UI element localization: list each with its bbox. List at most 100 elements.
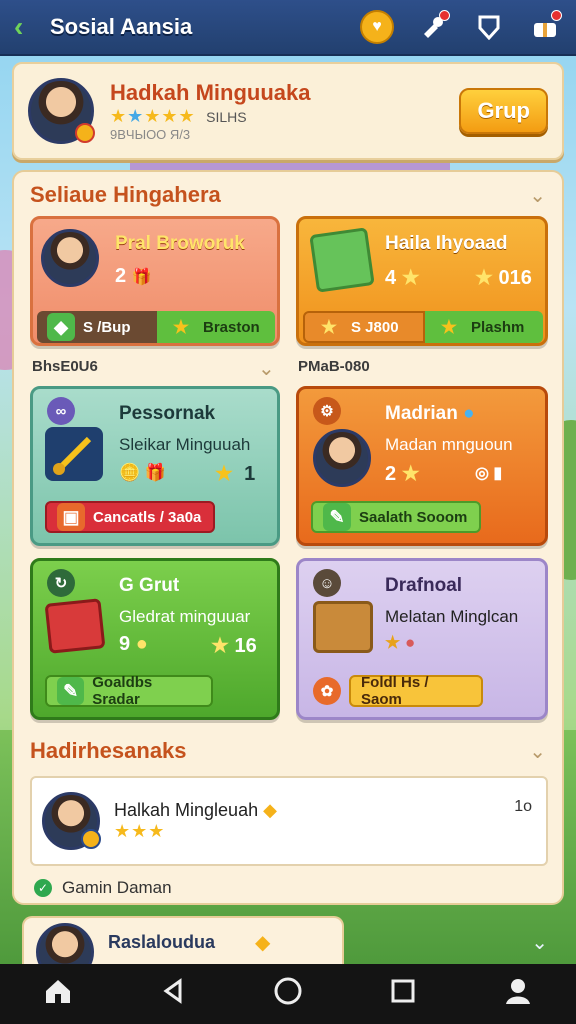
card-subtitle: Madan mnguoun [385, 435, 513, 454]
card-action[interactable]: ▣ Cancatls / 3a0a [45, 501, 215, 533]
flower-icon: ✿ [313, 677, 341, 705]
sword-icon [45, 427, 103, 481]
section-title: Seliaue Hingahera [30, 182, 221, 207]
coin-icon[interactable]: ♥ [360, 10, 394, 44]
star-icon: ★ [440, 316, 458, 337]
status-line: ✓ Gamin Daman [34, 878, 172, 898]
back-nav-icon[interactable] [143, 977, 203, 1012]
card-title: Madrian ● [385, 403, 475, 424]
game-card-4[interactable]: ⚙ Madrian ● Madan mnguoun 2 ★ ◎ ▮ ✎ Saala… [296, 386, 548, 546]
level-badge [75, 123, 95, 143]
level-badge [81, 829, 101, 849]
section-header[interactable]: Seliaue Hingahera ⌄ [14, 180, 562, 210]
card-action-left[interactable]: ★ S J800 [303, 311, 425, 343]
notification-dot [551, 10, 562, 21]
group-button[interactable]: Grup [459, 88, 548, 134]
home-circle-icon[interactable] [258, 976, 318, 1013]
card-subtitle: Sleikar Minguuah [119, 435, 251, 454]
rating-stars: ★★★ [114, 821, 166, 841]
next-card-peek[interactable]: Raslaloudua ◆ [22, 916, 344, 966]
card-subtitle: Melatan Minglcan [385, 607, 519, 626]
profile-card: Hadkah Minguuaka ★★★★★ SILHS 9BЧЫОО Я/3 … [12, 62, 564, 160]
gift-box-icon [309, 227, 375, 293]
chevron-down-icon[interactable]: ⌄ [258, 356, 275, 381]
game-card-2[interactable]: Haila Ihyoaad 4 ★ ★ 016 ★ S J800 ★ Plashm [296, 216, 548, 346]
recents-icon[interactable] [373, 977, 433, 1012]
whistle-icon[interactable] [416, 10, 450, 44]
game-card-5[interactable]: ↻ G Grut Gledrat minguuar 9 ● ★ 16 ✎ Goal… [30, 558, 280, 720]
card-action[interactable]: ✎ Saalath Sooom [311, 501, 481, 533]
top-bar: ‹ Sosial Aansia ♥ [0, 0, 576, 56]
back-icon[interactable]: ‹ [14, 11, 50, 43]
rating-stars: ★★★★★ [110, 106, 196, 126]
card-title: Haila Ihyoaad [385, 233, 508, 254]
profile-name: Hadkah Minguuaka [110, 80, 311, 105]
list-item-info: Halkah Mingleuah ◆ ★★★ [114, 800, 277, 842]
card-action-right[interactable]: ★ Braston [157, 311, 275, 343]
rating-row: ★★★★★ SILHS [110, 106, 459, 127]
chevron-down-icon[interactable]: ⌄ [529, 183, 546, 208]
ticket-icon: ✎ [57, 677, 85, 705]
system-nav-bar [0, 964, 576, 1024]
card-icons: ◎ ▮ [475, 465, 503, 482]
settings-icon: ⚙ [313, 397, 341, 425]
profile-icon[interactable] [488, 976, 548, 1013]
star-icon: ★ [172, 316, 190, 337]
section-title: Hadirhesanaks [30, 738, 187, 763]
list-item[interactable]: Halkah Mingleuah ◆ ★★★ 1o [30, 776, 548, 866]
ticket-icon: ✎ [323, 503, 351, 531]
card-count-2: ★ 16 [211, 635, 257, 657]
chest-icon: ▣ [57, 503, 85, 531]
card-icons: ★ ● [385, 633, 416, 652]
avatar [313, 429, 371, 487]
card-count: 2 ★ [385, 463, 420, 485]
card-icons: 🪙 🎁 [119, 463, 167, 482]
check-icon: ✓ [34, 879, 52, 897]
card-title: Pral Broworuk [115, 233, 245, 254]
game-card-6[interactable]: ☺ Drafnoal Melatan Minglcan ★ ● Foldl Hs… [296, 558, 548, 720]
notification-dot [439, 10, 450, 21]
card-subtitle: Gledrat minguuar [119, 607, 251, 626]
character-icon: ☺ [313, 569, 341, 597]
card-title: G Grut [119, 575, 180, 596]
avatar [42, 792, 101, 850]
list-item-name: Halkah Mingleuah ◆ [114, 800, 277, 820]
badge-icon: ◆ [255, 931, 271, 954]
main-panel: Seliaue Hingahera ⌄ Pral Broworuk 2 🎁 ◆ S… [12, 170, 564, 905]
status-text: Gamin Daman [62, 878, 172, 897]
home-icon[interactable] [28, 977, 88, 1012]
card-action-right[interactable]: ★ Plashm [425, 311, 543, 343]
avatar [36, 923, 94, 966]
avatar[interactable] [28, 78, 95, 144]
card-action[interactable]: Foldl Hs / Saom [349, 674, 483, 708]
card-title: Drafnoal [385, 575, 463, 596]
card-action-left[interactable]: ◆ S /Bup [37, 311, 157, 343]
profile-level: SILHS [206, 109, 247, 125]
card-count: 9 ● [119, 633, 148, 655]
card-title: Pessornak [119, 403, 216, 424]
list-item-time: 1o [514, 798, 532, 815]
card-action[interactable]: ✎ Goaldbs Sradar [45, 674, 213, 708]
game-card-3[interactable]: ∞ Pessornak Sleikar Minguuah 🪙 🎁 ★ 1 ▣ Ca… [30, 386, 280, 546]
star-icon: ★ [320, 316, 338, 337]
peek-name: Raslaloudua [108, 931, 216, 952]
chevron-down-icon[interactable]: ⌄ [529, 739, 546, 764]
row-label-right: PMaB-080 [298, 358, 370, 375]
link-icon: ∞ [47, 397, 75, 425]
gift-icon[interactable] [528, 10, 562, 44]
game-card-1[interactable]: Pral Broworuk 2 🎁 ◆ S /Bup ★ Braston [30, 216, 280, 346]
shield-icon[interactable] [472, 10, 506, 44]
card-count: 4 ★ [385, 267, 420, 289]
treasure-icon [313, 601, 373, 653]
refresh-icon: ↻ [47, 569, 75, 597]
app-title: Sosial Aansia [50, 14, 193, 39]
profile-info: Hadkah Minguuaka ★★★★★ SILHS 9BЧЫОО Я/3 [110, 80, 459, 142]
cash-register-icon [44, 598, 106, 654]
card-count-2: ★ 016 [475, 267, 532, 289]
profile-meta: 9BЧЫОО Я/3 [110, 127, 191, 142]
chevron-down-icon[interactable]: ⌄ [531, 930, 548, 955]
section-header[interactable]: Hadirhesanaks ⌄ [14, 736, 562, 766]
card-count: 2 🎁 [115, 265, 152, 287]
card-count: ★ 1 [215, 463, 256, 485]
row-label-left: BhsE0U6 [32, 358, 98, 375]
